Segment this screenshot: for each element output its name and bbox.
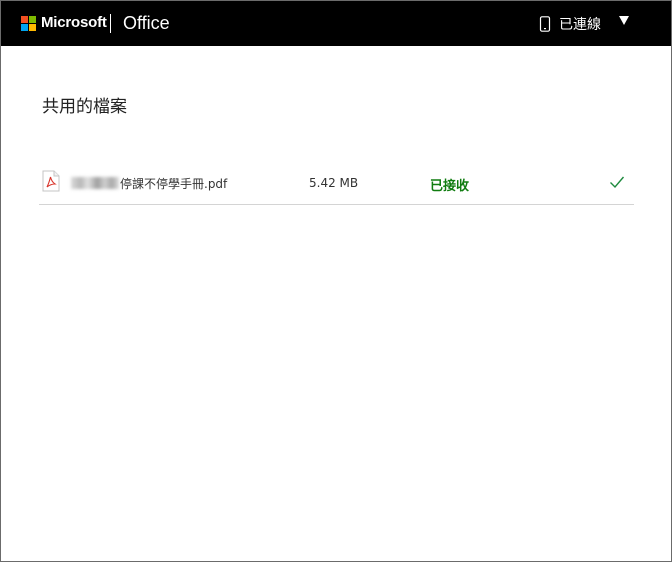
app-window: Microsoft Office 已連線 共用的檔案 停課不停學手冊.pdf 5… bbox=[0, 0, 672, 562]
phone-icon bbox=[539, 16, 551, 32]
header-divider bbox=[110, 14, 111, 33]
file-size: 5.42 MB bbox=[309, 176, 359, 190]
redacted-filename-prefix bbox=[71, 177, 119, 189]
check-icon bbox=[610, 176, 625, 189]
connection-menu[interactable]: 已連線 bbox=[539, 14, 601, 34]
header-bar: Microsoft Office 已連線 bbox=[1, 1, 671, 46]
caret-down-icon[interactable] bbox=[619, 16, 629, 25]
microsoft-logo-icon bbox=[21, 16, 37, 32]
connection-status: 已連線 bbox=[559, 17, 601, 33]
product-name[interactable]: Office bbox=[123, 13, 170, 34]
page-title: 共用的檔案 bbox=[42, 97, 127, 117]
brand-name: Microsoft bbox=[41, 14, 107, 31]
file-row[interactable]: 停課不停學手冊.pdf 5.42 MB 已接收 bbox=[39, 164, 634, 205]
pdf-icon bbox=[42, 170, 60, 192]
file-name[interactable]: 停課不停學手冊.pdf bbox=[120, 175, 227, 192]
file-status: 已接收 bbox=[430, 179, 470, 194]
